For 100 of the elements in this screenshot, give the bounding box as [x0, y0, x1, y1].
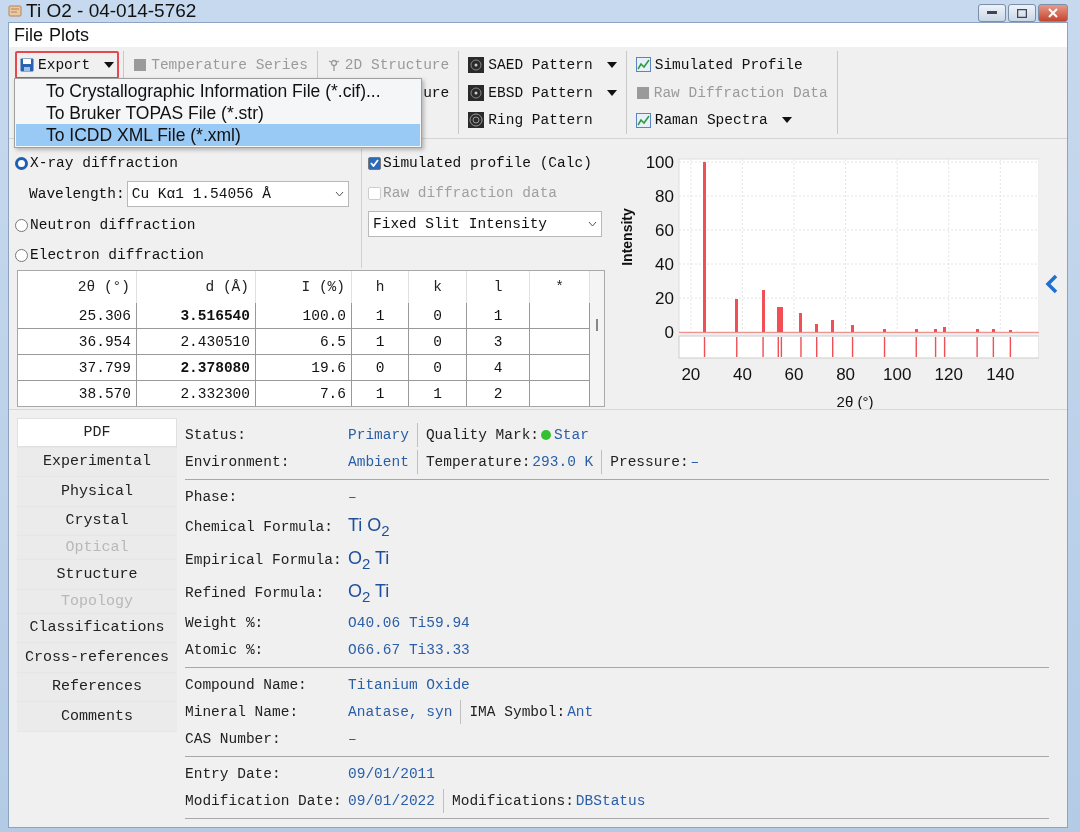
toolbar-button[interactable]: Ring Pattern — [463, 106, 622, 134]
table-cell: 19.6 — [256, 355, 352, 381]
table-cell: 37.799 — [18, 355, 137, 381]
table-cell: 2.430510 — [137, 329, 256, 355]
nav-tab[interactable]: Physical — [17, 477, 177, 507]
table-cell: 0 — [409, 355, 467, 381]
table-cell: 38.570 — [18, 381, 137, 406]
table-cell: 1 — [352, 329, 409, 355]
field-label: Compound Name: — [185, 676, 308, 693]
field-label: Weight %: — [185, 614, 265, 631]
tick-label: 60 — [655, 221, 674, 240]
field-value: – — [690, 453, 700, 470]
menu-item[interactable]: To Bruker TOPAS File (*.str) — [16, 102, 420, 124]
table-cell: 1 — [409, 381, 467, 406]
tick-label: 140 — [986, 365, 1015, 384]
tick-label: 20 — [655, 289, 674, 308]
table-cell: 36.954 — [18, 329, 137, 355]
nav-tab[interactable]: Experimental — [17, 447, 177, 477]
field-label: Chemical Formula: — [185, 518, 334, 535]
field-value: Anatase, syn — [348, 703, 453, 720]
checkbox-label: Raw diffraction data — [383, 185, 558, 201]
window-title: Ti O2 - 04-014-5762 — [26, 0, 197, 22]
tick-label: 80 — [836, 365, 856, 384]
field-value: O$_{2}$ Ti — [348, 580, 390, 605]
field-label: Environment: — [185, 453, 291, 470]
tick-label: 100 — [645, 153, 674, 172]
table-cell: 7.6 — [256, 381, 352, 406]
field-value: Titanium Oxide — [348, 676, 470, 693]
field-value: 09/01/2022 — [348, 792, 435, 809]
column-header[interactable]: I (%) — [256, 271, 352, 303]
table-cell: 4 — [467, 355, 530, 381]
intensity-select[interactable]: Fixed Slit Intensity — [368, 211, 602, 237]
table-cell: 0 — [352, 355, 409, 381]
field-label: Modifications: — [452, 792, 574, 809]
tick-label: 80 — [655, 187, 674, 206]
tick-label: 40 — [733, 365, 752, 384]
column-header[interactable]: h — [352, 271, 409, 303]
table-cell: 1 — [352, 303, 409, 329]
field-label: Status: — [185, 426, 247, 443]
nav-tab[interactable]: Structure — [17, 560, 177, 590]
column-header[interactable]: * — [530, 271, 590, 303]
field-value: O$_{2}$ Ti — [348, 547, 390, 572]
radio-label: Electron diffraction — [30, 247, 205, 263]
nav-tab[interactable]: PDF — [17, 418, 177, 448]
menu-item[interactable]: Plots — [49, 24, 90, 46]
toolbar-button[interactable]: Raman Spectra — [630, 106, 833, 134]
tick-label: 120 — [934, 365, 963, 384]
nav-tab[interactable]: Comments — [17, 702, 177, 732]
field-label: Entry Date: — [185, 765, 282, 782]
field-value: O66.67 Ti33.33 — [348, 641, 470, 658]
tick-label: 20 — [681, 365, 701, 384]
tick-label: 60 — [784, 365, 804, 384]
nav-tab[interactable]: Classifications — [17, 613, 177, 643]
table-cell: 3.516540 — [137, 303, 256, 329]
table-cell: 2.378080 — [137, 355, 256, 381]
field-value: Ti O$_{2}$ — [348, 514, 390, 539]
toolbar-button[interactable]: Simulated Profile — [630, 51, 833, 79]
field-value: 293.0 K — [532, 453, 594, 470]
column-header[interactable]: k — [409, 271, 467, 303]
toolbar-button[interactable]: EBSD Pattern — [463, 78, 622, 107]
field-value: Primary — [348, 426, 409, 443]
toolbar-button[interactable]: SAED Pattern — [463, 51, 622, 79]
wavelength-select[interactable]: Cu Kα1 1.54056 Å — [126, 181, 349, 207]
column-header[interactable]: l — [467, 271, 530, 303]
field-value: DBStatus — [575, 792, 646, 809]
table-cell: 6.5 — [256, 329, 352, 355]
field-label: Temperature: — [425, 453, 531, 470]
tick-label: 0 — [664, 323, 674, 342]
field-label: Phase: — [185, 488, 239, 505]
table-cell: 0 — [409, 329, 467, 355]
menu-item[interactable]: To ICDD XML File (*.xml) — [16, 124, 420, 146]
table-cell: 100.0 — [256, 303, 352, 329]
tick-label: 100 — [883, 365, 912, 384]
menu-item[interactable]: To Crystallographic Information File (*.cif)... — [16, 80, 420, 102]
field-label: Modification Date: — [185, 792, 343, 809]
table-cell: 1 — [467, 303, 530, 329]
field-label: Atomic %: — [185, 641, 265, 658]
table-cell: 0 — [409, 303, 467, 329]
nav-tab[interactable]: Cross-references — [17, 643, 177, 673]
tick-label: 40 — [655, 255, 674, 274]
field-value: Star — [541, 426, 589, 443]
toolbar-button[interactable]: ure — [418, 79, 455, 107]
nav-tab[interactable]: References — [17, 672, 177, 702]
field-label: Mineral Name: — [185, 703, 300, 720]
menu-item[interactable]: File — [14, 24, 43, 46]
field-label: Pressure: — [610, 453, 689, 470]
table-cell: 2 — [467, 381, 530, 406]
field-label: Quality Mark: — [425, 426, 540, 443]
column-header[interactable]: 2θ (°) — [18, 271, 137, 303]
field-value: 09/01/2011 — [348, 765, 435, 782]
axis-title: 2θ (°) — [836, 393, 874, 410]
field-value: – — [348, 730, 357, 747]
table-cell: 2.332300 — [137, 381, 256, 406]
field-label: Wavelength: — [29, 186, 125, 202]
column-header[interactable]: d (Å) — [137, 271, 256, 303]
field-label: Empirical Formula: — [185, 551, 343, 568]
nav-tab[interactable]: Crystal — [17, 506, 177, 536]
field-value: – — [348, 488, 357, 505]
field-label: IMA Symbol: — [469, 703, 566, 720]
radio-label: Neutron diffraction — [30, 217, 196, 233]
